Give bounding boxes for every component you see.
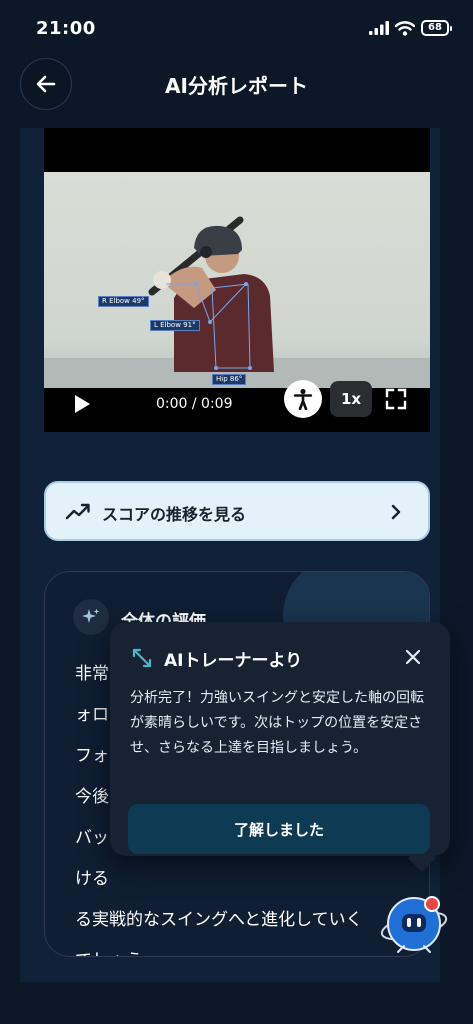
- chevron-right-icon: [391, 504, 401, 520]
- score-trend-button[interactable]: スコアの推移を見る: [44, 481, 430, 541]
- score-trend-label: スコアの推移を見る: [102, 505, 247, 524]
- batter-image: [44, 216, 430, 388]
- wifi-icon: [395, 20, 415, 36]
- evaluation-line: ける: [75, 869, 109, 889]
- status-bar: 21:00 68: [0, 0, 473, 56]
- signal-icon: [369, 21, 389, 35]
- trainer-message: 分析完了！力強いスイングと安定した軸の回転が素晴らしいです。次はトップの位置を安…: [130, 690, 424, 756]
- trainer-title: AIトレーナーより: [164, 651, 303, 671]
- fullscreen-button[interactable]: [384, 387, 408, 411]
- pose-label-r-elbow: R Elbow 49°: [98, 296, 149, 307]
- fullscreen-icon: [385, 388, 407, 410]
- sparkle-icon-badge: [73, 599, 109, 635]
- close-icon: [405, 649, 421, 665]
- sparkle-icon: [82, 608, 100, 623]
- video-time: 0:00 / 0:09: [156, 396, 233, 412]
- play-icon: [75, 395, 90, 413]
- person-icon: [293, 388, 313, 410]
- video-player[interactable]: R Elbow 49° L Elbow 91° Hip 86° 0:00 / 0…: [44, 128, 430, 432]
- video-frame: R Elbow 49° L Elbow 91° Hip 86°: [44, 172, 430, 388]
- video-controls: 0:00 / 0:09 1x: [44, 380, 430, 432]
- trending-up-icon: [66, 503, 90, 520]
- pose-toggle-button[interactable]: [284, 380, 322, 418]
- ok-button[interactable]: 了解しました: [128, 804, 430, 854]
- pose-label-l-elbow: L Elbow 91°: [150, 320, 200, 331]
- status-time: 21:00: [36, 18, 96, 39]
- battery-icon: 68: [421, 20, 452, 36]
- evaluation-line: でしょう。: [75, 941, 405, 956]
- playback-speed-button[interactable]: 1x: [330, 381, 372, 417]
- status-icons: 68: [369, 20, 452, 36]
- trainer-resize-icon: [132, 648, 152, 668]
- battery-level: 68: [428, 22, 442, 33]
- play-button[interactable]: [70, 392, 94, 416]
- evaluation-line: る実戦的なスイングへと進化していく: [75, 910, 363, 930]
- close-button[interactable]: [402, 646, 424, 668]
- trainer-popup: AIトレーナーより 分析完了！力強いスイングと安定した軸の回転が素晴らしいです。…: [110, 622, 450, 873]
- ai-robot-avatar-icon: [380, 896, 448, 953]
- ai-trainer-avatar[interactable]: [380, 890, 448, 962]
- page-title: AI分析レポート: [165, 74, 308, 98]
